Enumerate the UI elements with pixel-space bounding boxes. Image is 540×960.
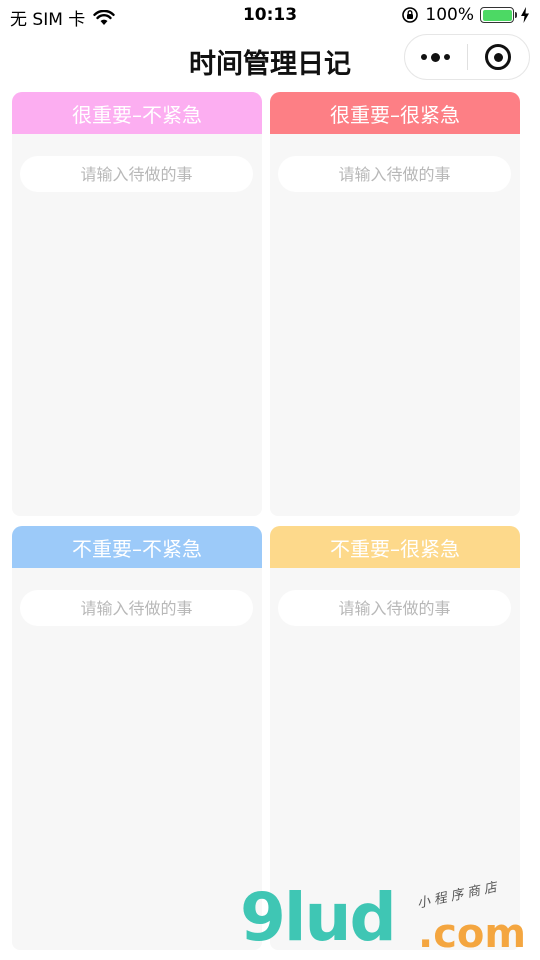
more-dots-icon	[421, 52, 451, 62]
quadrant-important-urgent: 很重要–很紧急	[270, 92, 520, 516]
watermark-logo: 9lud .com 小程序商店	[240, 879, 530, 957]
more-button[interactable]	[405, 35, 467, 79]
todo-input[interactable]	[20, 590, 253, 626]
status-right: 100%	[401, 5, 530, 25]
todo-input[interactable]	[278, 156, 511, 192]
quadrant-header: 很重要–很紧急	[270, 92, 520, 134]
battery-icon	[480, 7, 517, 23]
watermark-suffix: .com	[418, 911, 527, 957]
close-button[interactable]	[468, 35, 530, 79]
nav-bar: 时间管理日记	[0, 32, 540, 86]
quadrant-important-not-urgent: 很重要–不紧急	[12, 92, 262, 516]
target-circle-icon	[485, 44, 512, 70]
todo-input[interactable]	[278, 590, 511, 626]
quadrant-header: 很重要–不紧急	[12, 92, 262, 134]
quadrant-header: 不重要–不紧急	[12, 526, 262, 568]
battery-percent: 100%	[425, 5, 474, 25]
charging-bolt-icon	[521, 7, 529, 23]
status-bar: 无 SIM 卡 10:13 100%	[0, 0, 540, 32]
todo-input[interactable]	[20, 156, 253, 192]
orientation-lock-icon	[402, 7, 419, 23]
quadrant-unimportant-not-urgent: 不重要–不紧急	[12, 526, 262, 950]
watermark-main: 9lud	[240, 879, 397, 956]
quadrant-header: 不重要–很紧急	[270, 526, 520, 568]
battery-fill	[482, 9, 512, 21]
mini-program-capsule	[404, 34, 530, 80]
